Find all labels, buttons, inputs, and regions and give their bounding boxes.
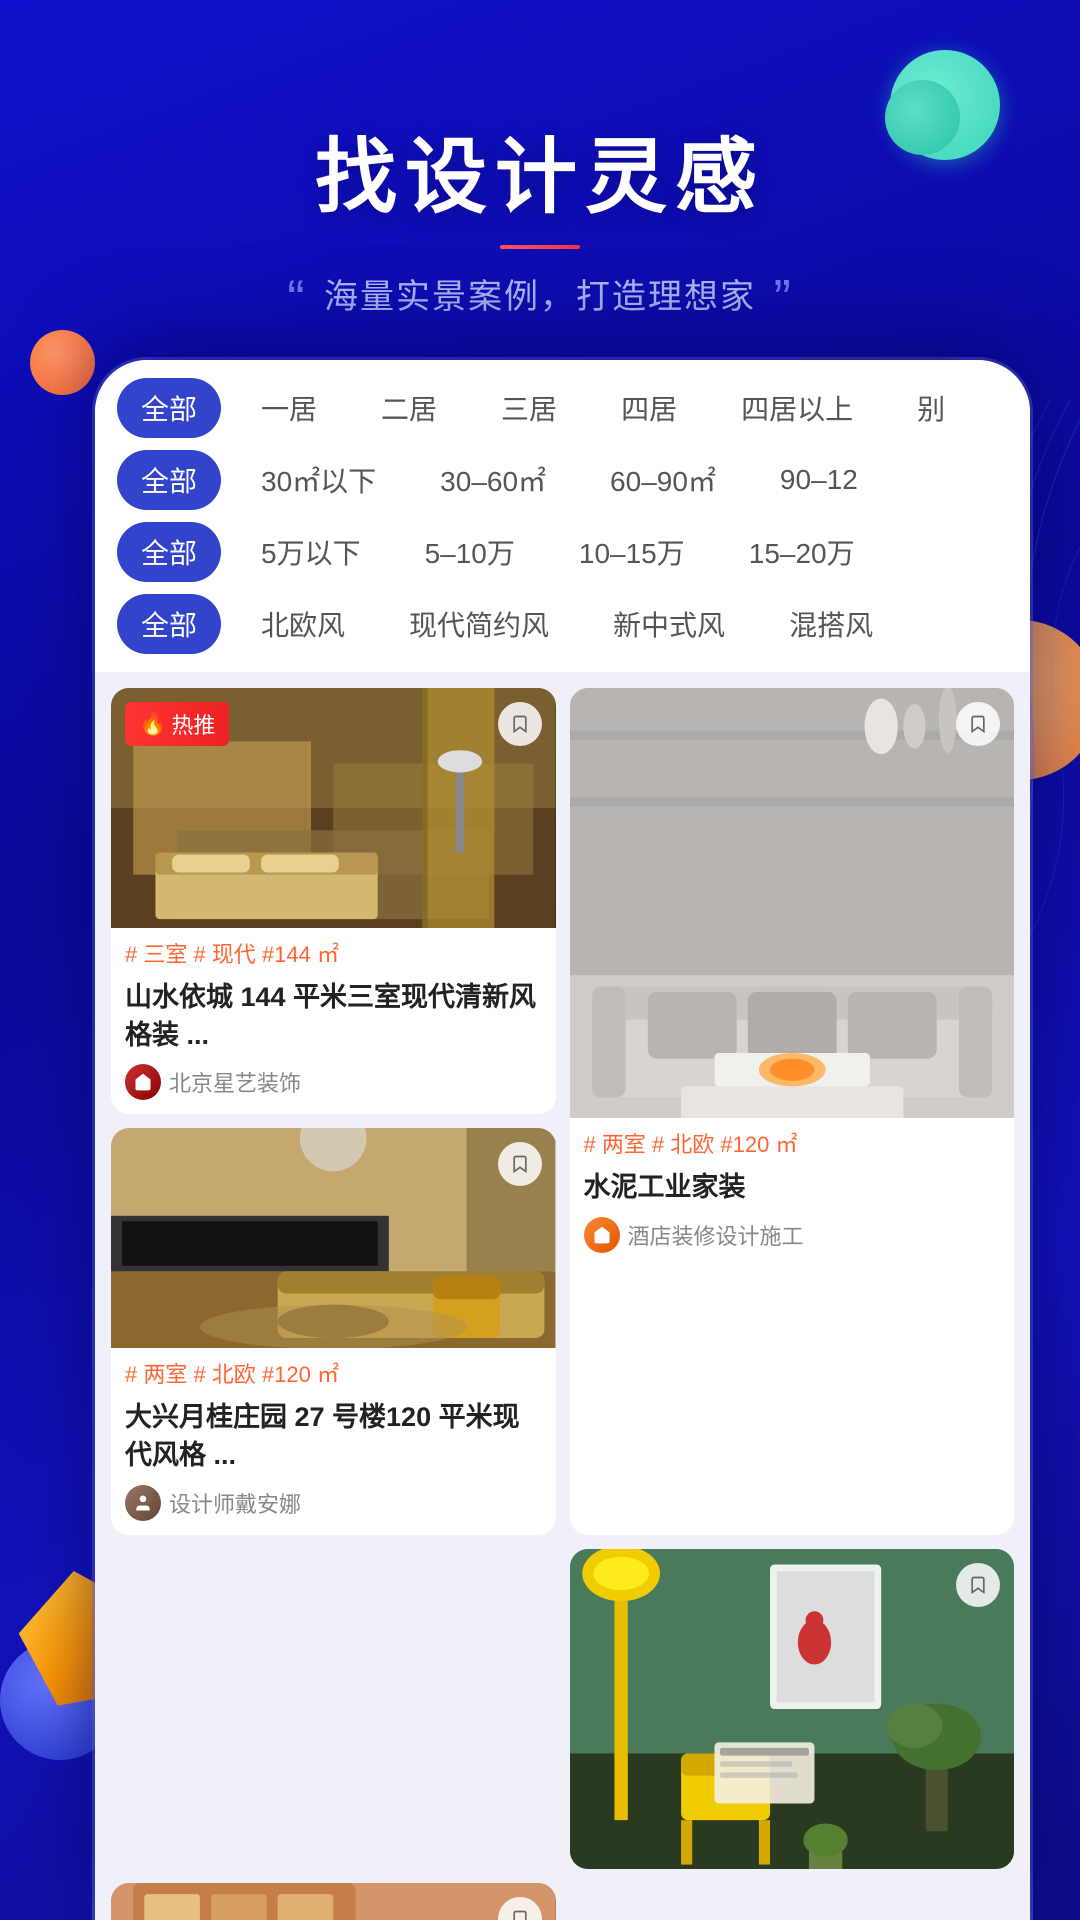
author-avatar-2 (584, 1217, 620, 1253)
filter-30sqm[interactable]: 30㎡以下 (237, 450, 400, 510)
filter-all-room[interactable]: 全部 (117, 378, 221, 438)
filter-4room[interactable]: 四居 (597, 378, 701, 438)
filter-10-15wan[interactable]: 10–15万 (555, 522, 709, 582)
bookmark-btn-card2[interactable] (956, 702, 1000, 746)
author-avatar-3 (125, 1485, 161, 1521)
card-5-image (111, 1883, 556, 1920)
filter-5wan[interactable]: 5万以下 (237, 522, 385, 582)
filter-2room[interactable]: 二居 (357, 378, 461, 438)
filter-30-60sqm[interactable]: 30–60㎡ (416, 450, 570, 510)
card-2[interactable]: # 两室 # 北欧 #120 ㎡ 水泥工业家装 酒店装修设计施工 (570, 688, 1015, 1535)
author-name-2: 酒店装修设计施工 (628, 1219, 804, 1251)
subtitle: “ 海量实景案例，打造理想家 ” (0, 269, 1080, 325)
filter-more-room[interactable]: 别 (893, 378, 969, 438)
subtitle-text: 海量实景案例，打造理想家 (324, 278, 756, 316)
content-grid: 🔥 热推 # 三室 # 现代 #144 ㎡ 山水依城 144 平米三室现代清新风… (95, 672, 1030, 1920)
author-name-1: 北京星艺装饰 (169, 1066, 301, 1098)
hot-badge-card1: 🔥 热推 (125, 702, 229, 746)
card-4[interactable] (570, 1549, 1015, 1869)
filter-15-20wan[interactable]: 15–20万 (725, 522, 879, 582)
card-1-body: # 三室 # 现代 #144 ㎡ 山水依城 144 平米三室现代清新风格装 ..… (111, 928, 556, 1114)
quote-right: ” (773, 270, 792, 328)
bookmark-btn-card1[interactable] (498, 702, 542, 746)
card-1-title: 山水依城 144 平米三室现代清新风格装 ... (125, 979, 542, 1055)
filter-3room[interactable]: 三居 (477, 378, 581, 438)
fire-icon: 🔥 (139, 711, 166, 737)
filter-mixed[interactable]: 混搭风 (765, 594, 897, 654)
filter-row-room: 全部 一居 二居 三居 四居 四居以上 别 (117, 378, 1008, 438)
card-4-image (570, 1549, 1015, 1869)
card-1-image: 🔥 热推 (111, 688, 556, 928)
card-2-image (570, 688, 1015, 1118)
card-3-author: 设计师戴安娜 (125, 1485, 542, 1521)
filter-row-budget: 全部 5万以下 5–10万 10–15万 15–20万 (117, 522, 1008, 582)
bookmark-btn-card3[interactable] (498, 1142, 542, 1186)
card-3-body: # 两室 # 北欧 #120 ㎡ 大兴月桂庄园 27 号楼120 平米现代风格 … (111, 1348, 556, 1534)
card-1-author: 北京星艺装饰 (125, 1064, 542, 1100)
author-name-3: 设计师戴安娜 (169, 1487, 301, 1519)
filter-5-10wan[interactable]: 5–10万 (401, 522, 539, 582)
title-underline (500, 245, 580, 249)
filter-60-90sqm[interactable]: 60–90㎡ (586, 450, 740, 510)
filter-4plus-room[interactable]: 四居以上 (717, 378, 877, 438)
header-section: 找设计灵感 “ 海量实景案例，打造理想家 ” (0, 110, 1080, 325)
card-3[interactable]: # 两室 # 北欧 #120 ㎡ 大兴月桂庄园 27 号楼120 平米现代风格 … (111, 1128, 556, 1534)
filter-row-style: 全部 北欧风 现代简约风 新中式风 混搭风 (117, 594, 1008, 654)
filter-section: 全部 一居 二居 三居 四居 四居以上 别 全部 30㎡以下 30–60㎡ 60… (95, 360, 1030, 672)
filter-modern[interactable]: 现代简约风 (385, 594, 573, 654)
card-5[interactable] (111, 1883, 556, 1920)
filter-all-style[interactable]: 全部 (117, 594, 221, 654)
filter-all-area[interactable]: 全部 (117, 450, 221, 510)
card-3-image (111, 1128, 556, 1348)
card-3-tags: # 两室 # 北欧 #120 ㎡ (125, 1360, 542, 1391)
phone-frame: 全部 一居 二居 三居 四居 四居以上 别 全部 30㎡以下 30–60㎡ 60… (95, 360, 1030, 1920)
bookmark-btn-card4[interactable] (956, 1563, 1000, 1607)
main-title: 找设计灵感 (0, 110, 1080, 229)
filter-all-budget[interactable]: 全部 (117, 522, 221, 582)
card-1[interactable]: 🔥 热推 # 三室 # 现代 #144 ㎡ 山水依城 144 平米三室现代清新风… (111, 688, 556, 1114)
deco-circle-orange (30, 330, 95, 395)
author-avatar-1 (125, 1064, 161, 1100)
card-2-tags: # 两室 # 北欧 #120 ㎡ (584, 1130, 1001, 1161)
filter-1room[interactable]: 一居 (237, 378, 341, 438)
hot-label: 热推 (171, 708, 215, 740)
card-2-body: # 两室 # 北欧 #120 ㎡ 水泥工业家装 酒店装修设计施工 (570, 1118, 1015, 1267)
filter-nordic[interactable]: 北欧风 (237, 594, 369, 654)
card-2-title: 水泥工业家装 (584, 1169, 1001, 1207)
filter-90-120sqm[interactable]: 90–12 (756, 454, 882, 506)
card-3-title: 大兴月桂庄园 27 号楼120 平米现代风格 ... (125, 1399, 542, 1475)
card-2-author: 酒店装修设计施工 (584, 1217, 1001, 1253)
card-1-tags: # 三室 # 现代 #144 ㎡ (125, 940, 542, 971)
filter-row-area: 全部 30㎡以下 30–60㎡ 60–90㎡ 90–12 (117, 450, 1008, 510)
filter-chinese[interactable]: 新中式风 (589, 594, 749, 654)
quote-left: “ (287, 270, 306, 328)
